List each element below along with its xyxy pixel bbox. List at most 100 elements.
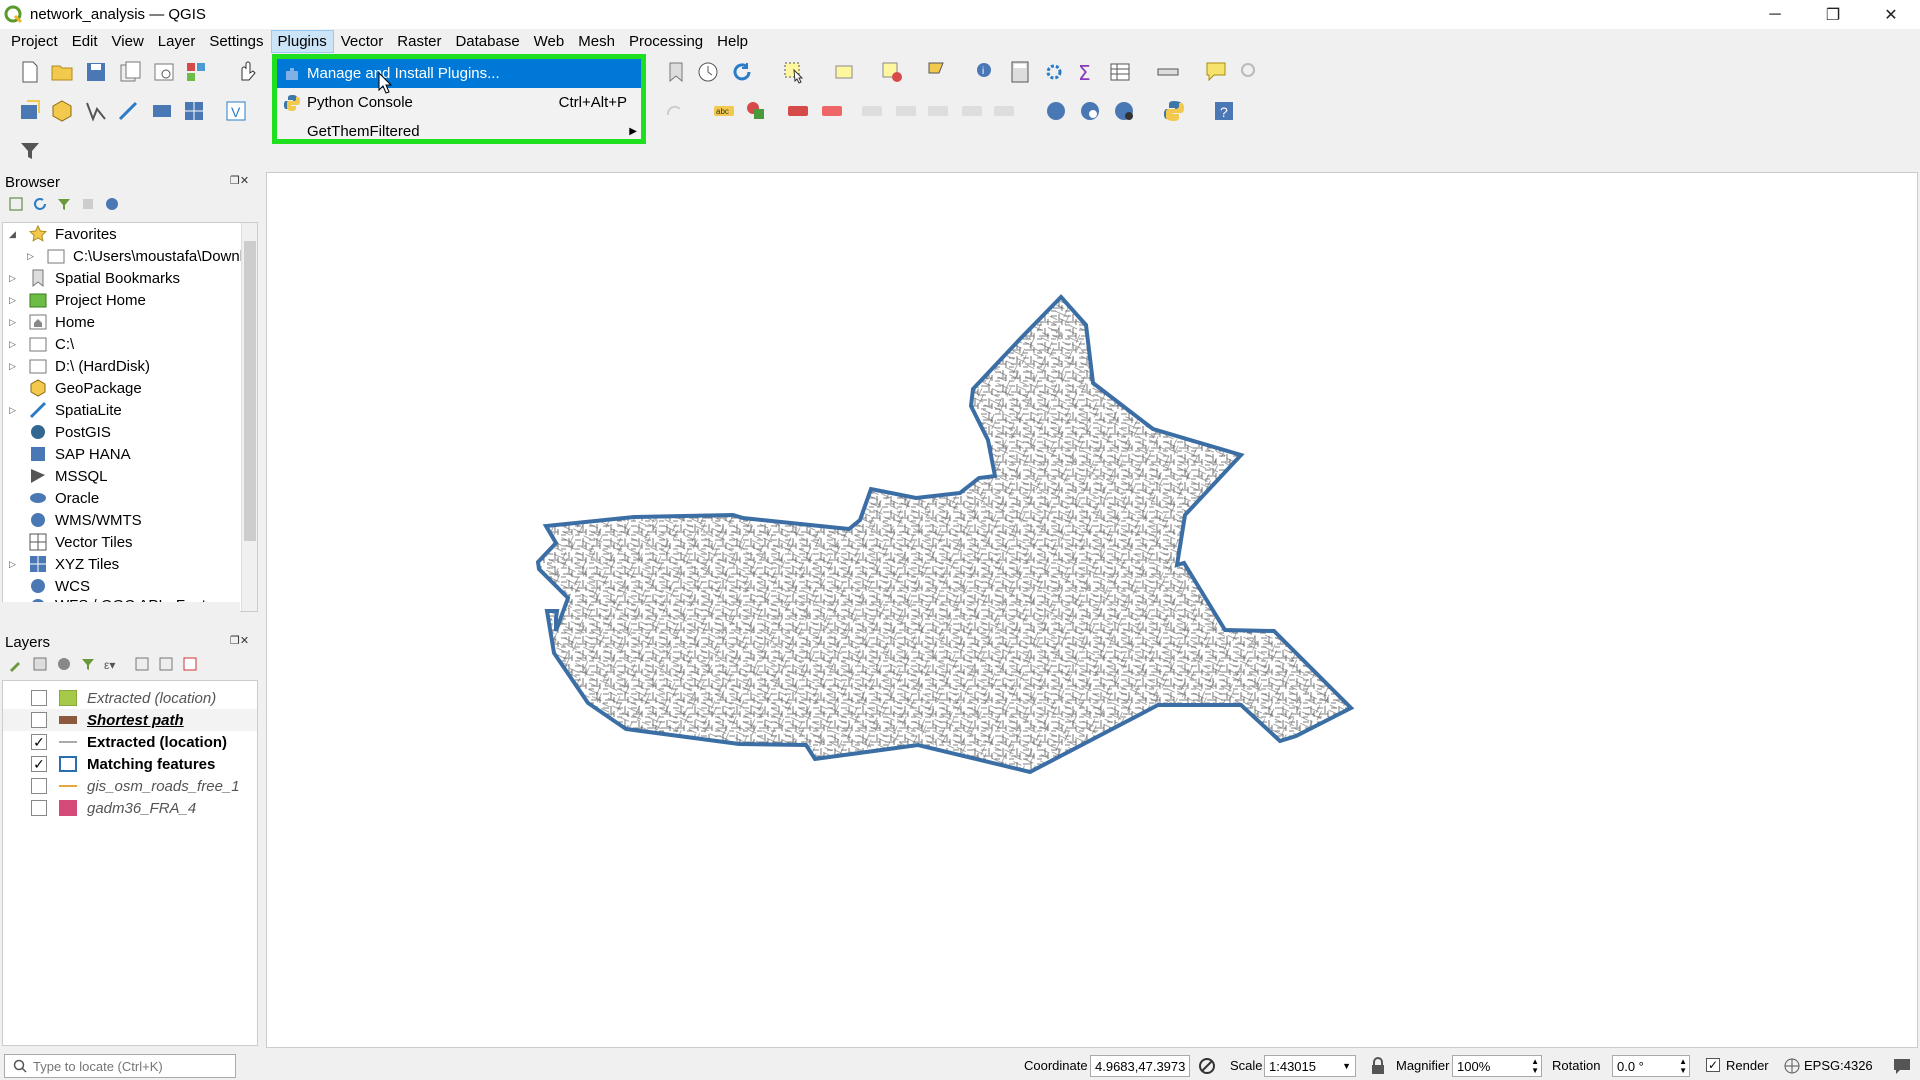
expand-all-icon[interactable]	[134, 656, 150, 672]
menu-web[interactable]: Web	[527, 30, 572, 53]
spinner-arrows-icon[interactable]: ▲ ▼	[1679, 1057, 1687, 1075]
tree-item-oracle[interactable]: Oracle	[3, 487, 99, 509]
expand-arrow-icon[interactable]: ◢	[9, 229, 19, 240]
lock-scale-icon[interactable]	[1370, 1057, 1386, 1075]
magnifier-spinbox[interactable]: 100% ▲ ▼	[1452, 1055, 1542, 1077]
save-project-icon[interactable]	[82, 58, 110, 86]
pin-labels-icon[interactable]	[784, 97, 812, 125]
deselect-icon[interactable]	[878, 58, 906, 86]
virtual-layer-icon[interactable]: V	[222, 97, 250, 125]
tree-item-vector-tiles[interactable]: Vector Tiles	[3, 531, 133, 553]
field-calculator-icon[interactable]	[1006, 58, 1034, 86]
menu-processing[interactable]: Processing	[622, 30, 710, 53]
metasearch-results-icon[interactable]	[1076, 97, 1104, 125]
collapse-all-icon[interactable]	[80, 196, 96, 212]
print-layout-icon[interactable]	[150, 58, 178, 86]
menu-database[interactable]: Database	[448, 30, 526, 53]
diagram-tool-icon[interactable]	[742, 97, 770, 125]
menu-item-python-console[interactable]: Python Console Ctrl+Alt+P	[277, 88, 641, 117]
toggle-extents-icon[interactable]	[1198, 1057, 1216, 1075]
expand-arrow-icon[interactable]: ▷	[9, 317, 19, 328]
panel-float-close-icon[interactable]: ❐✕	[230, 634, 249, 647]
tree-item-spatialite[interactable]: ▷ SpatiaLite	[3, 399, 122, 421]
hide-labels-icon[interactable]	[818, 97, 846, 125]
filter-by-expression-icon[interactable]: ε▾	[104, 656, 126, 672]
layer-visibility-checkbox[interactable]	[31, 800, 47, 816]
tree-item-favorites[interactable]: ◢ Favorites	[3, 223, 117, 245]
layer-visibility-checkbox[interactable]: ✓	[31, 756, 47, 772]
select-location-icon[interactable]	[924, 58, 952, 86]
tree-item-postgis[interactable]: PostGIS	[3, 421, 111, 443]
data-source-manager-icon[interactable]	[16, 97, 44, 125]
remove-layer-icon[interactable]	[182, 656, 198, 672]
tree-item-spatial-bookmarks[interactable]: ▷ Spatial Bookmarks	[3, 267, 180, 289]
select-by-value-icon[interactable]	[830, 58, 858, 86]
panel-float-close-icon[interactable]: ❐✕	[230, 174, 249, 187]
menu-vector[interactable]: Vector	[334, 30, 391, 53]
new-mesh-layer-icon[interactable]	[180, 97, 208, 125]
add-selected-layers-icon[interactable]	[8, 196, 24, 212]
new-project-icon[interactable]	[16, 58, 44, 86]
layer-visibility-checkbox[interactable]	[31, 712, 47, 728]
label-properties-icon[interactable]	[990, 97, 1018, 125]
filter-legend-icon[interactable]	[80, 656, 96, 672]
tree-item-d-drive[interactable]: ▷ D:\ (HardDisk)	[3, 355, 150, 377]
crs-label[interactable]: EPSG:4326	[1804, 1058, 1873, 1073]
help-icon[interactable]: ?	[1210, 97, 1238, 125]
expand-arrow-icon[interactable]: ▷	[9, 405, 19, 416]
layer-visibility-checkbox[interactable]	[31, 690, 47, 706]
style-manager-icon[interactable]	[182, 58, 210, 86]
change-label-icon[interactable]	[924, 97, 952, 125]
locator-search[interactable]	[4, 1054, 236, 1078]
minimize-button[interactable]: ─	[1746, 0, 1804, 29]
expand-arrow-icon[interactable]: ▷	[9, 559, 19, 570]
processing-toolbox-icon[interactable]	[1040, 58, 1068, 86]
tree-item-geopackage[interactable]: GeoPackage	[3, 377, 142, 399]
filter-icon[interactable]	[16, 137, 44, 165]
new-virtual-layer-icon[interactable]	[148, 97, 176, 125]
identify-features-icon[interactable]: i	[972, 58, 1000, 86]
new-spatialite-layer-icon[interactable]	[114, 97, 142, 125]
scrollbar-thumb[interactable]	[244, 241, 256, 541]
show-hide-labels-icon[interactable]	[958, 97, 986, 125]
expand-arrow-icon[interactable]: ▷	[27, 251, 37, 262]
tree-item-sap-hana[interactable]: SAP HANA	[3, 443, 131, 465]
new-geopackage-layer-icon[interactable]	[48, 97, 76, 125]
maximize-button[interactable]: ❐	[1804, 0, 1862, 29]
add-group-icon[interactable]	[32, 656, 48, 672]
messages-icon[interactable]	[1892, 1057, 1912, 1075]
manage-map-themes-icon[interactable]	[56, 656, 72, 672]
layer-visibility-checkbox[interactable]	[31, 778, 47, 794]
tree-item-home[interactable]: ▷ Home	[3, 311, 95, 333]
locator-input[interactable]	[33, 1058, 223, 1074]
refresh-icon[interactable]	[728, 58, 756, 86]
crs-globe-icon[interactable]	[1784, 1058, 1800, 1074]
expand-arrow-icon[interactable]: ▷	[9, 361, 19, 372]
attribute-table-icon[interactable]	[1106, 58, 1134, 86]
globe-icon[interactable]	[1110, 97, 1138, 125]
tree-item-wms[interactable]: WMS/WMTS	[3, 509, 142, 531]
zoom-native-icon[interactable]	[1236, 58, 1264, 86]
open-layer-styling-icon[interactable]	[8, 656, 24, 672]
close-button[interactable]: ✕	[1862, 0, 1920, 29]
layer-row[interactable]: ✓ Matching features	[3, 753, 257, 775]
menu-mesh[interactable]: Mesh	[571, 30, 622, 53]
render-checkbox[interactable]: ✓	[1706, 1058, 1720, 1072]
browser-horizontal-scrollbar[interactable]	[2, 602, 240, 618]
layer-row[interactable]: Extracted (location)	[3, 687, 257, 709]
menu-help[interactable]: Help	[710, 30, 755, 53]
menu-settings[interactable]: Settings	[202, 30, 270, 53]
open-project-icon[interactable]	[48, 58, 76, 86]
menu-view[interactable]: View	[105, 30, 151, 53]
tree-item-c-drive[interactable]: ▷ C:\	[3, 333, 74, 355]
browser-vertical-scrollbar[interactable]	[241, 223, 257, 611]
tree-item-project-home[interactable]: ▷ Project Home	[3, 289, 146, 311]
menu-layer[interactable]: Layer	[151, 30, 203, 53]
tree-item-xyz-tiles[interactable]: ▷ XYZ Tiles	[3, 553, 119, 575]
layer-row[interactable]: ✓ Extracted (location)	[3, 731, 257, 753]
python-console-icon[interactable]	[1160, 97, 1188, 125]
temporal-controller-icon[interactable]	[694, 58, 722, 86]
properties-icon[interactable]	[104, 196, 120, 212]
menu-item-getthemfiltered[interactable]: GetThemFiltered ▶	[277, 117, 641, 146]
layer-row[interactable]: Shortest path	[3, 709, 257, 731]
